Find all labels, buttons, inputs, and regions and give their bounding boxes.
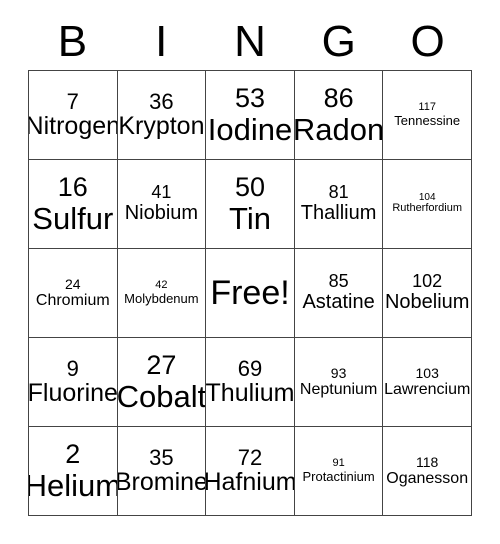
bingo-cell-label: Tin [229,200,271,236]
bingo-cell[interactable]: 50 Tin [206,160,295,249]
bingo-cell-number: 53 [234,82,266,113]
bingo-cell[interactable]: 24 Chromium [29,249,118,338]
bingo-cell-label: Molybdenum [124,290,199,306]
bingo-header-letter-g: G [321,17,356,66]
bingo-cell-label: Krypton [118,112,205,141]
bingo-cell[interactable]: 9 Fluorine [29,338,118,427]
bingo-cell[interactable]: 86 Radon [294,71,384,160]
bingo-header-letter-b: B [57,17,88,66]
bingo-cell-number: 102 [412,271,443,292]
bingo-cell[interactable]: 35 Bromine [117,427,207,516]
bingo-cell[interactable]: 27 Cobalt [117,338,207,427]
bingo-grid: 7 Nitrogen 36 Krypton 53 Iodine 86 Radon 117 Tenn… [28,70,472,516]
bingo-cell-label: Niobium [124,201,199,224]
bingo-cell[interactable]: 41 Niobium [117,160,207,249]
bingo-cell[interactable]: 104 Rutherfordium [383,160,472,249]
bingo-cell-label: Nitrogen [29,112,118,141]
bingo-cell[interactable]: 91 Protactinium [294,427,384,516]
bingo-cell[interactable]: 81 Thallium [294,160,384,249]
bingo-cell-label: Radon [294,111,384,147]
bingo-cell-number: 86 [323,82,354,113]
bingo-header: BINGO [28,14,472,70]
bingo-cell-label: Sulfur [32,200,114,236]
bingo-header-letter-n: N [234,17,266,66]
bingo-cell-number: 27 [146,349,177,380]
bingo-cell[interactable]: 42 Molybdenum [117,249,207,338]
bingo-cell-number: 69 [237,355,263,381]
bingo-cell[interactable]: 103 Lawrencium [383,338,472,427]
bingo-cell[interactable]: 7 Nitrogen [29,71,118,160]
bingo-cell-label: Fluorine [29,379,118,408]
bingo-cell-label: Rutherfordium [392,202,463,215]
bingo-cell[interactable]: 16 Sulfur [29,160,118,249]
bingo-free-space-label: Free! [210,274,290,312]
bingo-cell[interactable]: 102 Nobelium [383,249,472,338]
bingo-cell[interactable]: 93 Neptunium [294,338,384,427]
bingo-cell-label: Neptunium [299,380,378,398]
bingo-cell-label: Protactinium [302,468,375,484]
bingo-cell-number: 7 [66,88,79,114]
bingo-cell-label: Nobelium [384,290,470,313]
bingo-cell-label: Thallium [300,201,377,224]
bingo-cell-number: 85 [328,271,349,292]
bingo-cell-label: Lawrencium [384,380,471,398]
bingo-cell-number: 103 [415,364,439,381]
bingo-cell[interactable]: 53 Iodine [206,71,295,160]
bingo-cell[interactable]: 118 Oganesson [383,427,472,516]
bingo-cell-label: Astatine [302,290,375,313]
bingo-cell[interactable]: 2 Helium [29,427,118,516]
bingo-header-letter-o: O [410,17,445,66]
bingo-cell-label: Iodine [207,111,293,147]
bingo-cell-label: Chromium [35,291,110,309]
bingo-cell-number: 2 [65,438,81,469]
bingo-cell-free-space[interactable]: Free! [206,249,295,338]
bingo-cell-label: Hafnium [206,468,295,497]
bingo-cell-number: 72 [237,444,263,470]
bingo-cell-number: 41 [151,182,172,203]
bingo-cell[interactable]: 72 Hafnium [206,427,295,516]
bingo-cell[interactable]: 69 Thulium [206,338,295,427]
bingo-cell[interactable]: 85 Astatine [294,249,384,338]
bingo-cell-label: Tennessine [394,112,461,128]
bingo-cell-number: 36 [149,88,174,114]
bingo-cell-label: Bromine [117,468,207,497]
bingo-cell-number: 35 [149,444,174,470]
bingo-cell-label: Thulium [206,379,295,408]
bingo-cell-label: Cobalt [117,378,207,414]
bingo-cell-number: 81 [328,182,349,203]
bingo-cell[interactable]: 36 Krypton [117,71,207,160]
bingo-cell-label: Oganesson [386,469,469,487]
bingo-cell[interactable]: 117 Tennessine [383,71,472,160]
bingo-header-letter-i: I [155,17,168,66]
bingo-cell-number: 9 [66,355,79,381]
bingo-cell-number: 16 [57,171,88,202]
bingo-cell-label: Helium [29,467,118,503]
bingo-cell-number: 118 [416,453,439,470]
bingo-cell-number: 93 [330,364,347,381]
bingo-card: BINGO 7 Nitrogen 36 Krypton 53 Iodine 86 Radon 1… [28,14,472,516]
bingo-cell-number: 50 [234,171,266,202]
bingo-cell-number: 24 [65,275,81,292]
